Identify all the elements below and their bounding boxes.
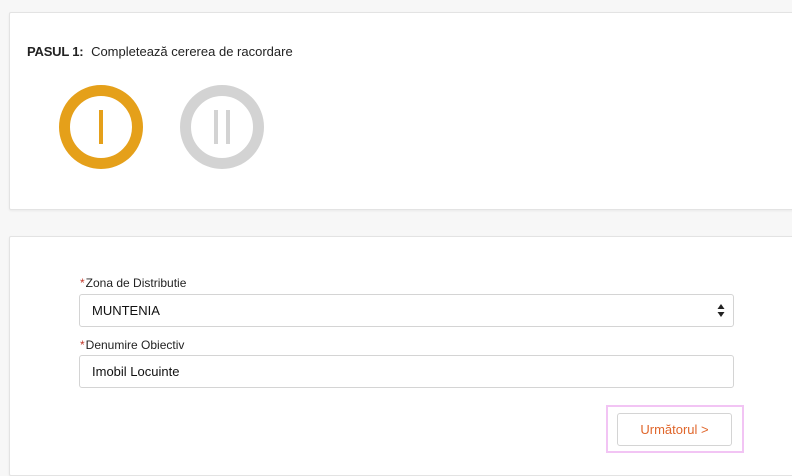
zone-label: *Zona de Distributie	[80, 276, 186, 290]
objective-label-text: Denumire Obiectiv	[85, 338, 185, 352]
step-2-numeral-bar-left	[214, 110, 218, 144]
objective-label: *Denumire Obiectiv	[80, 338, 184, 352]
zone-select[interactable]: MUNTENIA	[79, 294, 734, 327]
select-arrows-icon	[717, 304, 725, 317]
required-marker: *	[80, 338, 85, 352]
required-marker: *	[80, 276, 85, 290]
zone-label-text: Zona de Distributie	[85, 276, 187, 290]
step-2-ring	[180, 85, 264, 169]
step-prefix: PASUL 1:	[27, 44, 84, 59]
step-1-numeral	[99, 110, 103, 144]
zone-select-value: MUNTENIA	[92, 303, 160, 318]
step-heading: PASUL 1: Completează cererea de racordar…	[27, 44, 293, 59]
step-1-indicator[interactable]	[58, 84, 144, 170]
objective-input-value: Imobil Locuinte	[92, 364, 180, 379]
objective-input[interactable]: Imobil Locuinte	[79, 355, 734, 388]
step-title: Completează cererea de racordare	[91, 44, 293, 59]
step-2-numeral-bar-right	[226, 110, 230, 144]
next-button[interactable]: Următorul >	[617, 413, 732, 446]
step-2-indicator[interactable]	[179, 84, 265, 170]
steps-card: PASUL 1: Completează cererea de racordar…	[9, 12, 792, 210]
form-card: *Zona de Distributie MUNTENIA *Denumire …	[9, 236, 792, 476]
